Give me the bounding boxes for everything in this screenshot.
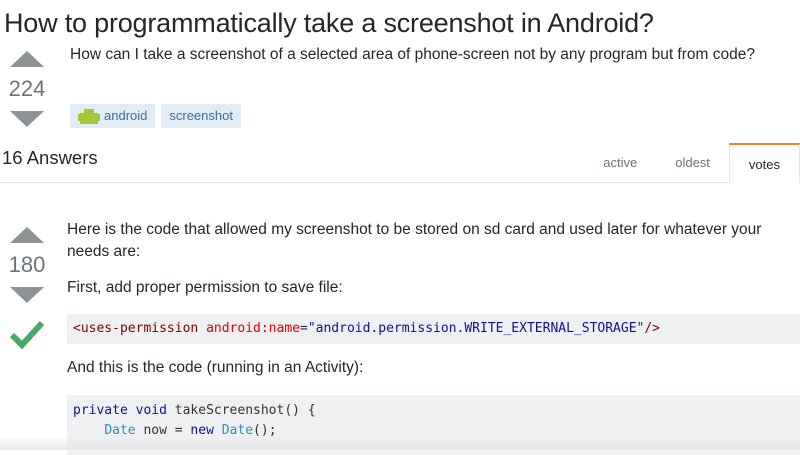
code-token: <	[73, 321, 81, 336]
android-icon	[78, 109, 100, 124]
downvote-arrow-icon[interactable]	[10, 111, 44, 127]
downvote-arrow-icon[interactable]	[10, 287, 44, 303]
code-token: =	[299, 321, 308, 336]
answer-sort-tabs: active oldest votes	[584, 142, 800, 183]
question-title[interactable]: How to programmatically take a screensho…	[4, 8, 654, 39]
question-body: How can I take a screenshot of a selecte…	[70, 46, 755, 63]
tag-screenshot-label: screenshot	[169, 108, 233, 123]
code-token: void	[135, 403, 167, 418]
code-token: />	[644, 321, 661, 336]
answer-step1: First, add proper permission to save fil…	[67, 279, 343, 296]
upvote-arrow-icon[interactable]	[10, 51, 44, 67]
tab-oldest[interactable]: oldest	[656, 143, 729, 183]
code-token: uses-permission	[80, 321, 199, 336]
answers-count: 16 Answers	[2, 147, 98, 168]
tab-votes[interactable]: votes	[728, 143, 800, 183]
code-token: takeScreenshot() {	[166, 403, 316, 418]
tag-screenshot[interactable]: screenshot	[161, 104, 241, 128]
code-token: "android.permission.WRITE_EXTERNAL_STORA…	[307, 321, 645, 336]
answer-vote-column: 180	[1, 227, 53, 354]
question-vote-count: 224	[8, 76, 46, 101]
bottom-fade	[0, 436, 800, 450]
permission-code-block: <uses-permission android:name="android.p…	[67, 314, 800, 344]
accepted-check-icon	[9, 320, 45, 350]
answer-intro: Here is the code that allowed my screens…	[67, 221, 762, 260]
tab-active[interactable]: active	[584, 143, 656, 183]
tag-android[interactable]: android	[70, 104, 156, 128]
answer-step2: And this is the code (running in an Acti…	[67, 359, 364, 376]
question-tags: android screenshot	[70, 104, 241, 128]
upvote-arrow-icon[interactable]	[10, 227, 44, 243]
code-token: private	[73, 403, 128, 418]
answers-header: 16 Answers active oldest votes	[0, 142, 800, 183]
question-vote-column: 224	[1, 51, 53, 127]
tag-android-label: android	[104, 108, 148, 123]
code-token: android:name	[206, 321, 300, 336]
answer-vote-count: 180	[8, 252, 46, 277]
